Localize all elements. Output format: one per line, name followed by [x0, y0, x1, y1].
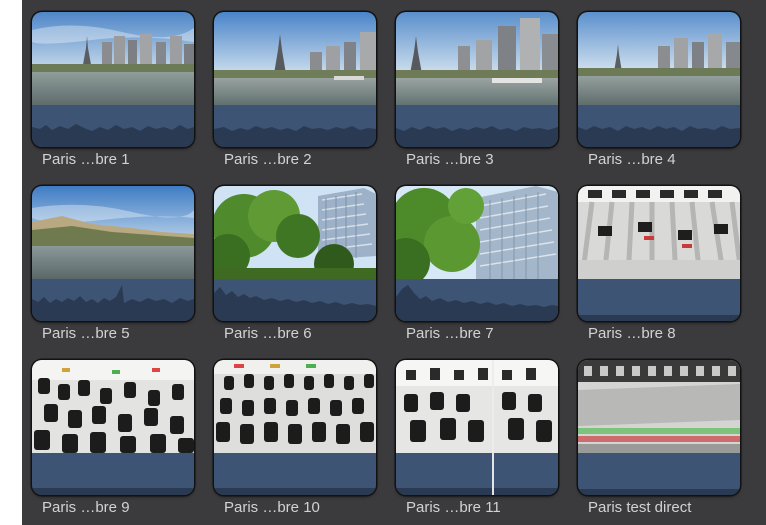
- clip-4[interactable]: Paris …bre 4: [578, 0, 740, 175]
- paris-seine-eiffel-skyline-image: [214, 12, 376, 105]
- mixing-console-knobs-image: [396, 360, 558, 453]
- audio-waveform: [214, 105, 376, 147]
- clip-10[interactable]: Paris …bre 10: [214, 348, 376, 523]
- trees-and-glass-tower-image: [396, 186, 558, 279]
- audio-waveform: [214, 279, 376, 321]
- clip-name: Paris test direct: [588, 499, 692, 516]
- clip-1[interactable]: Paris …bre 1: [32, 0, 194, 175]
- clip-thumbnail[interactable]: [396, 12, 558, 147]
- audio-waveform: [32, 279, 194, 321]
- clip-thumbnail[interactable]: [32, 12, 194, 147]
- clip-5[interactable]: Paris …bre 5: [32, 174, 194, 349]
- paris-seine-eiffel-skyline-image: [578, 12, 740, 105]
- clip-name: Paris …bre 3: [406, 151, 494, 168]
- clip-name: Paris …bre 8: [588, 325, 676, 342]
- audio-waveform: [32, 453, 194, 495]
- paris-riverbank-buildings-image: [32, 186, 194, 279]
- clip-3[interactable]: Paris …bre 3: [396, 0, 558, 175]
- trees-and-glass-tower-image: [214, 186, 376, 279]
- mixing-console-faders-image: [578, 186, 740, 279]
- clip-name: Paris …bre 4: [588, 151, 676, 168]
- audio-waveform: [396, 453, 558, 495]
- clip-name: Paris …bre 6: [224, 325, 312, 342]
- clip-thumbnail[interactable]: [578, 186, 740, 321]
- skimmer-playhead[interactable]: [492, 360, 494, 495]
- clip-thumbnail[interactable]: [396, 360, 558, 495]
- mixing-console-knobs-image: [214, 360, 376, 453]
- clip-name: Paris …bre 11: [406, 499, 501, 516]
- clip-12[interactable]: Paris test direct: [578, 348, 740, 523]
- paris-seine-eiffel-skyline-image: [396, 12, 558, 105]
- clip-7[interactable]: Paris …bre 7: [396, 174, 558, 349]
- clip-name: Paris …bre 1: [42, 151, 130, 168]
- mixing-console-faders-image: [578, 360, 740, 453]
- clip-thumbnail[interactable]: [214, 186, 376, 321]
- mixing-console-knobs-image: [32, 360, 194, 453]
- clip-thumbnail[interactable]: [578, 360, 740, 495]
- event-browser: Paris …bre 1 Paris …bre 2 Paris …bre 3 P…: [22, 0, 766, 525]
- audio-waveform: [396, 105, 558, 147]
- clip-thumbnail[interactable]: [214, 360, 376, 495]
- clip-name: Paris …bre 7: [406, 325, 494, 342]
- clip-thumbnail[interactable]: [32, 186, 194, 321]
- audio-waveform: [578, 453, 740, 495]
- clip-name: Paris …bre 2: [224, 151, 312, 168]
- clip-thumbnail[interactable]: [214, 12, 376, 147]
- audio-waveform: [396, 279, 558, 321]
- clip-name: Paris …bre 10: [224, 499, 320, 516]
- clip-thumbnail[interactable]: [396, 186, 558, 321]
- clip-6[interactable]: Paris …bre 6: [214, 174, 376, 349]
- audio-waveform: [578, 105, 740, 147]
- clip-thumbnail[interactable]: [578, 12, 740, 147]
- clip-2[interactable]: Paris …bre 2: [214, 0, 376, 175]
- clip-8[interactable]: Paris …bre 8: [578, 174, 740, 349]
- audio-waveform: [214, 453, 376, 495]
- paris-seine-eiffel-skyline-image: [32, 12, 194, 105]
- clip-thumbnail[interactable]: [32, 360, 194, 495]
- clip-9[interactable]: Paris …bre 9: [32, 348, 194, 523]
- clip-name: Paris …bre 5: [42, 325, 130, 342]
- clip-name: Paris …bre 9: [42, 499, 130, 516]
- clip-11[interactable]: Paris …bre 11: [396, 348, 558, 523]
- audio-waveform: [32, 105, 194, 147]
- audio-waveform: [578, 279, 740, 321]
